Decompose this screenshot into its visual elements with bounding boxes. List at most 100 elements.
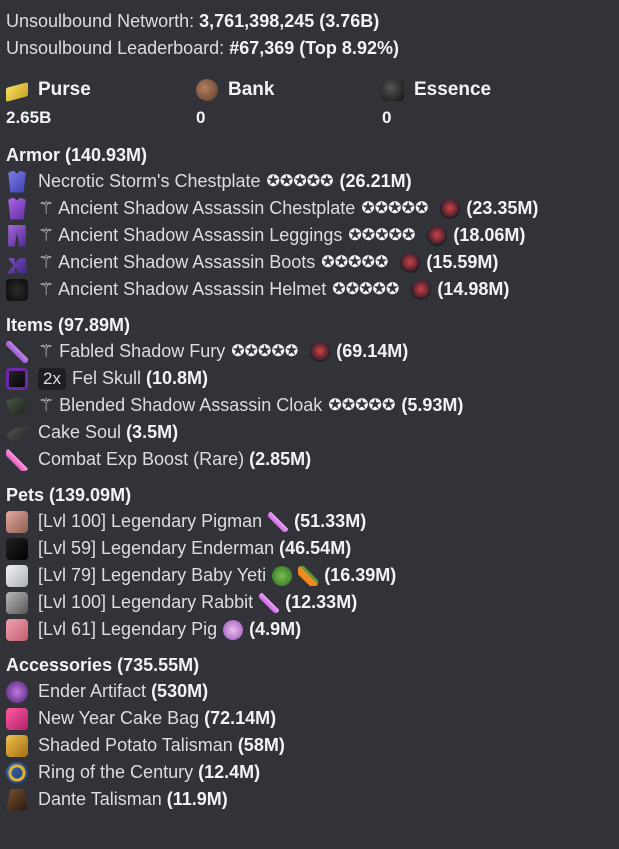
networth-short: (3.76B) <box>319 11 380 31</box>
list-item: Cake Soul (3.5M) <box>6 419 613 446</box>
item-name: Combat Exp Boost (Rare) <box>38 449 245 469</box>
list-item: ⚚ Ancient Shadow Assassin Boots ✪✪✪✪✪ (1… <box>6 249 613 276</box>
summary-block: Unsoulbound Networth: 3,761,398,245 (3.7… <box>6 8 613 62</box>
carrot-icon <box>298 565 319 586</box>
cake-bag-icon <box>6 707 28 730</box>
item-value: (11.9M) <box>166 789 228 809</box>
essence-value: 0 <box>382 108 392 127</box>
recombobulator-icon <box>400 252 421 273</box>
bank-column: Bank 0 <box>196 77 382 133</box>
stars: ✪✪✪✪✪ <box>328 397 396 414</box>
item-name: Necrotic Storm's Chestplate <box>38 171 261 191</box>
sword-icon <box>6 340 28 363</box>
stars: ✪✪✪✪✪ <box>348 227 416 244</box>
list-item: Necrotic Storm's Chestplate ✪✪✪✪✪ (26.21… <box>6 168 613 195</box>
balances-row: Purse 2.65B Bank 0 Essence 0 <box>6 77 613 133</box>
item-name: Cake Soul <box>38 422 122 442</box>
list-item: [Lvl 79] Legendary Baby Yeti (16.39M) <box>6 562 613 589</box>
item-name: Shaded Potato Talisman <box>38 735 233 755</box>
ender-artifact-icon <box>6 680 28 703</box>
slime-icon <box>272 565 293 586</box>
item-value: (10.8M) <box>146 368 209 388</box>
item-value: (58M) <box>237 735 285 755</box>
item-value: (26.21M) <box>339 171 412 191</box>
ring-icon <box>6 761 28 784</box>
list-item: [Lvl 100] Legendary Pigman (51.33M) <box>6 508 613 535</box>
item-value: (72.14M) <box>204 708 277 728</box>
item-name: [Lvl 79] Legendary Baby Yeti <box>38 565 267 585</box>
item-name: New Year Cake Bag <box>38 708 200 728</box>
chestplate-icon <box>8 197 26 220</box>
item-name: ⚚ Ancient Shadow Assassin Boots <box>38 252 316 272</box>
pig-pet-icon <box>6 618 28 641</box>
list-item: ⚚ Ancient Shadow Assassin Leggings ✪✪✪✪✪… <box>6 222 613 249</box>
stars: ✪✪✪✪✪ <box>231 343 299 360</box>
list-item: 2x Fel Skull (10.8M) <box>6 365 613 392</box>
item-name: ⚚ Ancient Shadow Assassin Helmet <box>38 279 327 299</box>
list-item: ⚚ Blended Shadow Assassin Cloak ✪✪✪✪✪ (5… <box>6 392 613 419</box>
list-item: Combat Exp Boost (Rare) (2.85M) <box>6 446 613 473</box>
list-item: [Lvl 61] Legendary Pig (4.9M) <box>6 616 613 643</box>
networth-embed: Unsoulbound Networth: 3,761,398,245 (3.7… <box>0 0 619 813</box>
enderman-pet-icon <box>6 537 28 560</box>
helmet-icon <box>6 278 28 301</box>
item-name: [Lvl 61] Legendary Pig <box>38 619 218 639</box>
item-name: ⚚ Ancient Shadow Assassin Chestplate <box>38 198 356 218</box>
item-name: Ring of the Century <box>38 762 194 782</box>
recombobulator-icon <box>440 198 461 219</box>
cake-soul-icon <box>6 425 28 442</box>
accessories-title: Accessories (735.55M) <box>6 655 200 675</box>
item-value: (15.59M) <box>426 252 499 272</box>
item-value: (16.39M) <box>324 565 397 585</box>
purse-column: Purse 2.65B <box>6 77 196 133</box>
yeti-pet-icon <box>6 564 28 587</box>
boots-icon <box>7 258 27 274</box>
item-value: (5.93M) <box>401 395 464 415</box>
item-name: [Lvl 100] Legendary Rabbit <box>38 592 254 612</box>
item-value: (46.54M) <box>279 538 352 558</box>
gold-ingot-icon <box>6 82 28 102</box>
essence-label: Essence <box>414 79 492 100</box>
list-item: Dante Talisman (11.9M) <box>6 786 613 813</box>
item-value: (14.98M) <box>437 279 510 299</box>
pet-item-icon <box>259 592 280 613</box>
armor-title: Armor (140.93M) <box>6 145 148 165</box>
networth-value: 3,761,398,245 <box>199 11 315 31</box>
networth-label: Unsoulbound Networth: <box>6 11 195 31</box>
leggings-icon <box>8 224 26 247</box>
list-item: [Lvl 59] Legendary Enderman (46.54M) <box>6 535 613 562</box>
list-item: Ender Artifact (530M) <box>6 678 613 705</box>
item-value: (2.85M) <box>249 449 312 469</box>
pet-item-icon <box>223 619 244 640</box>
stars: ✪✪✪✪✪ <box>321 254 389 271</box>
item-value: (4.9M) <box>249 619 302 639</box>
item-value: (3.5M) <box>126 422 179 442</box>
list-item: Shaded Potato Talisman (58M) <box>6 732 613 759</box>
rabbit-pet-icon <box>6 591 28 614</box>
cloak-icon <box>6 396 28 415</box>
item-value: (23.35M) <box>466 198 539 218</box>
item-name: Dante Talisman <box>38 789 162 809</box>
pets-title: Pets (139.09M) <box>6 485 132 505</box>
essence-column: Essence 0 <box>382 77 572 133</box>
item-name: Ender Artifact <box>38 681 147 701</box>
item-value: (530M) <box>151 681 209 701</box>
item-value: (12.4M) <box>198 762 261 782</box>
list-item: Ring of the Century (12.4M) <box>6 759 613 786</box>
item-name: ⚚ Fabled Shadow Fury <box>38 341 226 361</box>
essence-icon <box>382 79 404 101</box>
item-value: (12.33M) <box>285 592 358 612</box>
accessories-list: Ender Artifact (530M) New Year Cake Bag … <box>6 678 613 813</box>
bank-icon <box>196 79 218 101</box>
armor-list: Necrotic Storm's Chestplate ✪✪✪✪✪ (26.21… <box>6 168 613 303</box>
item-name: ⚚ Ancient Shadow Assassin Leggings <box>38 225 343 245</box>
dante-talisman-icon <box>6 788 28 811</box>
list-item: ⚚ Fabled Shadow Fury ✪✪✪✪✪ (69.14M) <box>6 338 613 365</box>
list-item: [Lvl 100] Legendary Rabbit (12.33M) <box>6 589 613 616</box>
stars: ✪✪✪✪✪ <box>266 173 334 190</box>
item-value: (18.06M) <box>453 225 526 245</box>
recombobulator-icon <box>427 225 448 246</box>
pigman-pet-icon <box>6 510 28 533</box>
item-name: Fel Skull <box>71 368 141 388</box>
leaderboard-line: Unsoulbound Leaderboard: #67,369 (Top 8.… <box>6 35 613 62</box>
